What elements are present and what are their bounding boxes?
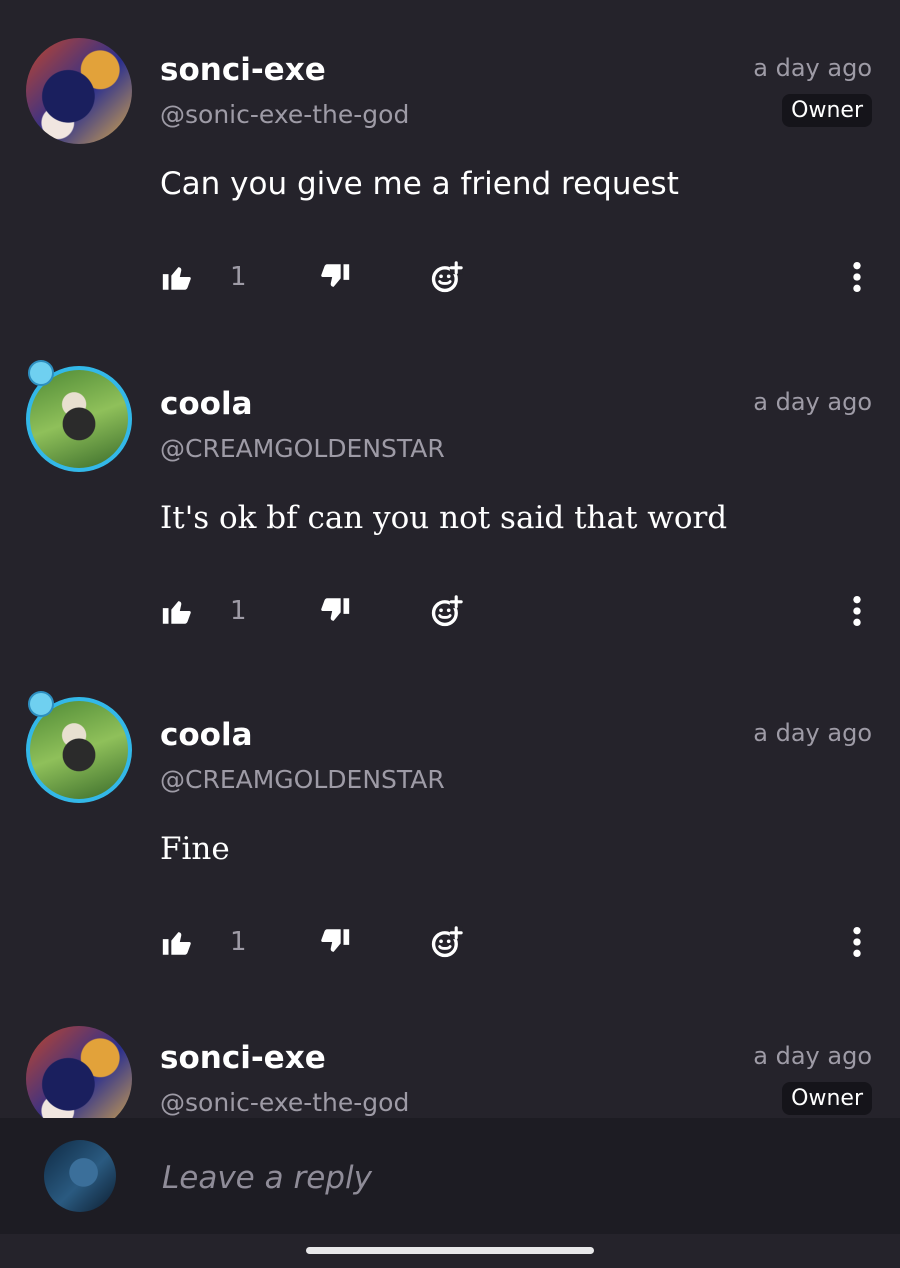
- comment-username[interactable]: sonci-exe: [160, 1040, 326, 1076]
- comment-text: Can you give me a friend request: [160, 166, 679, 202]
- add-reaction-icon[interactable]: [430, 260, 464, 294]
- thumbs-up-icon[interactable]: [160, 260, 194, 294]
- more-vertical-icon[interactable]: [850, 260, 864, 294]
- comment-handle[interactable]: @sonic-exe-the-god: [160, 1088, 409, 1117]
- more-vertical-icon[interactable]: [850, 594, 864, 628]
- avatar[interactable]: [22, 691, 140, 811]
- more-vertical-icon[interactable]: [850, 925, 864, 959]
- reply-bar: [0, 1118, 900, 1234]
- comment-text: It's ok bf can you not said that word: [160, 500, 728, 536]
- comment-timestamp: a day ago: [753, 54, 872, 82]
- comment-actions: 1: [0, 925, 900, 965]
- comment-timestamp: a day ago: [753, 388, 872, 416]
- current-user-avatar: [44, 1140, 116, 1212]
- comment-username[interactable]: coola: [160, 386, 253, 422]
- comment-username[interactable]: sonci-exe: [160, 52, 326, 88]
- like-count: 1: [230, 596, 247, 626]
- comment-handle[interactable]: @CREAMGOLDENSTAR: [160, 434, 445, 463]
- avatar[interactable]: [26, 38, 132, 144]
- comment-timestamp: a day ago: [753, 719, 872, 747]
- owner-badge: Owner: [782, 94, 872, 127]
- comment-text: Fine: [160, 831, 230, 867]
- owner-badge: Owner: [782, 1082, 872, 1115]
- thumbs-up-icon[interactable]: [160, 925, 194, 959]
- thumbs-up-icon[interactable]: [160, 594, 194, 628]
- avatar-frame-decoration: [28, 691, 54, 717]
- reply-input[interactable]: [160, 1154, 844, 1202]
- thumbs-down-icon[interactable]: [318, 925, 352, 959]
- avatar[interactable]: [26, 1026, 132, 1132]
- home-indicator[interactable]: [306, 1247, 594, 1254]
- thumbs-down-icon[interactable]: [318, 594, 352, 628]
- add-reaction-icon[interactable]: [430, 925, 464, 959]
- comment-actions: 1: [0, 594, 900, 634]
- avatar-frame-decoration: [28, 360, 54, 386]
- comment-handle[interactable]: @CREAMGOLDENSTAR: [160, 765, 445, 794]
- comment-timestamp: a day ago: [753, 1042, 872, 1070]
- comment-actions: 1: [0, 260, 900, 300]
- like-count: 1: [230, 262, 247, 292]
- avatar[interactable]: [22, 360, 140, 480]
- add-reaction-icon[interactable]: [430, 594, 464, 628]
- comment-username[interactable]: coola: [160, 717, 253, 753]
- like-count: 1: [230, 927, 247, 957]
- thumbs-down-icon[interactable]: [318, 260, 352, 294]
- comment-handle[interactable]: @sonic-exe-the-god: [160, 100, 409, 129]
